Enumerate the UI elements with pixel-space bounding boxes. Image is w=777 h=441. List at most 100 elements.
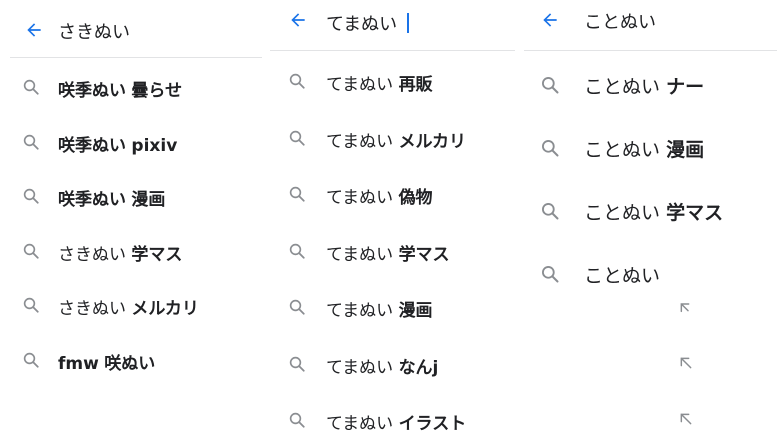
search-icon [289, 299, 305, 315]
back-arrow-icon[interactable] [24, 20, 44, 40]
suggestion-item[interactable]: 咲季ぬい pixiv [0, 123, 262, 163]
suggestion-text: てまぬい なんj [326, 353, 438, 378]
suggestion-query-part: 咲季ぬい [58, 190, 126, 210]
suggestion-item[interactable]: てまぬい 学マス [270, 232, 515, 272]
suggestion-completion: メルカリ [131, 299, 199, 319]
suggestion-item[interactable]: さきぬい メルカリ [0, 286, 262, 326]
back-arrow-icon[interactable] [540, 10, 560, 30]
suggestion-completion: 学マス [131, 245, 183, 265]
suggestion-text: fmw 咲ぬい [58, 349, 155, 374]
back-arrow-icon[interactable] [288, 10, 308, 30]
suggestion-query-part: てまぬい [326, 301, 394, 321]
suggestion-query-part: 咲季ぬい [58, 136, 126, 156]
suggestion-completion: 漫画 [131, 190, 166, 210]
suggestion-completion: ナー [666, 76, 705, 98]
suggestion-item[interactable]: てまぬい メルカリ [270, 119, 515, 159]
search-query-text: さきぬい [58, 22, 130, 43]
suggestion-item[interactable]: ことぬい ナー [524, 63, 777, 103]
search-icon [542, 77, 559, 94]
suggestion-completion: メルカリ [398, 132, 467, 152]
suggestion-text: てまぬい 学マス [326, 240, 450, 265]
suggestion-text: ことぬい ナー [584, 72, 704, 99]
suggestion-completion: pixiv [131, 136, 178, 156]
suggestion-query-part: ことぬい [584, 265, 661, 287]
suggestion-completion: 学マス [398, 245, 450, 265]
suggestion-query-part: てまぬい [326, 132, 394, 152]
suggestion-completion: イラスト [398, 414, 467, 434]
suggestion-item[interactable]: ことぬい [524, 252, 777, 292]
search-icon [289, 412, 305, 428]
suggestion-item[interactable]: てまぬい 漫画 [270, 288, 515, 328]
search-icon [542, 140, 559, 157]
suggestion-text: てまぬい イラスト [326, 409, 466, 434]
suggestion-text: てまぬい 偽物 [326, 183, 433, 208]
search-icon [23, 243, 39, 259]
suggestion-item[interactable]: てまぬい 偽物 [270, 175, 515, 215]
divider [10, 57, 262, 58]
suggestion-text: ことぬい 漫画 [584, 135, 704, 162]
suggestion-query-part: ことぬい [584, 76, 661, 98]
suggestion-item[interactable]: 咲季ぬい 曇らせ [0, 68, 262, 108]
suggestion-completion: 漫画 [666, 139, 705, 161]
suggestion-completion: 曇らせ [131, 81, 183, 101]
divider [524, 50, 777, 51]
search-panel-2: てまぬい てまぬい 再販 てまぬい メルカリ てまぬい 偽物 てまぬい 学マス てまぬい … [270, 0, 515, 441]
search-icon [23, 188, 39, 204]
suggestion-completion: なんj [398, 358, 439, 378]
search-query-input[interactable]: てまぬい [326, 10, 410, 36]
suggestion-item[interactable]: ことぬい 漫画 [524, 126, 777, 166]
suggestion-text: さきぬい メルカリ [58, 294, 199, 319]
search-icon [289, 243, 305, 259]
suggestion-completion: 咲ぬい [104, 354, 156, 374]
search-icon [23, 134, 39, 150]
divider [270, 50, 515, 51]
fill-query-arrow-icon[interactable] [678, 355, 694, 371]
suggestion-text: 咲季ぬい 漫画 [58, 185, 165, 210]
search-query-text: てまぬい [326, 14, 398, 35]
suggestion-query-part: 咲季ぬい [58, 81, 126, 101]
search-query-input[interactable]: さきぬい [58, 18, 130, 44]
suggestion-query-part: fmw [58, 354, 99, 374]
search-panel-1: さきぬい 咲季ぬい 曇らせ 咲季ぬい pixiv 咲季ぬい 漫画 さきぬい 学マス さきぬ… [0, 0, 262, 441]
search-icon [289, 73, 305, 89]
suggestion-completion: 再販 [398, 75, 433, 95]
search-icon [289, 186, 305, 202]
suggestion-text: ことぬい 学マス [584, 198, 723, 225]
suggestion-text: てまぬい 再販 [326, 70, 433, 95]
suggestion-text: 咲季ぬい 曇らせ [58, 76, 182, 101]
suggestion-item[interactable]: fmw 咲ぬい [0, 341, 262, 381]
text-cursor [407, 13, 410, 33]
suggestion-text: 咲季ぬい pixiv [58, 131, 177, 156]
suggestion-text: てまぬい 漫画 [326, 296, 433, 321]
suggestion-text: さきぬい 学マス [58, 240, 182, 265]
search-icon [23, 297, 39, 313]
search-query-text: ことぬい [584, 12, 656, 33]
suggestion-completion: 偽物 [398, 188, 433, 208]
search-icon [289, 130, 305, 146]
search-icon [289, 356, 305, 372]
suggestion-query-part: さきぬい [58, 299, 126, 319]
search-icon [542, 203, 559, 220]
fill-query-arrow-icon[interactable] [678, 300, 694, 316]
suggestion-query-part: ことぬい [584, 139, 661, 161]
suggestion-completion: 漫画 [398, 301, 433, 321]
suggestion-item[interactable]: さきぬい 学マス [0, 232, 262, 272]
search-icon [23, 352, 39, 368]
search-query-input[interactable]: ことぬい [584, 8, 656, 34]
suggestion-item[interactable]: 咲季ぬい 漫画 [0, 177, 262, 217]
suggestion-completion: 学マス [666, 202, 724, 224]
search-header: さきぬい [0, 0, 262, 56]
suggestion-item[interactable]: てまぬい 再販 [270, 62, 515, 102]
fill-query-arrow-icon[interactable] [678, 411, 694, 427]
search-icon [23, 79, 39, 95]
search-panel-3: ことぬい ことぬい ナー ことぬい 漫画 ことぬい 学マス ことぬい [524, 0, 777, 441]
suggestion-query-part: てまぬい [326, 414, 394, 434]
suggestion-item[interactable]: ことぬい 学マス [524, 189, 777, 229]
search-header: ことぬい [524, 0, 777, 56]
suggestion-query-part: てまぬい [326, 358, 394, 378]
suggestion-query-part: てまぬい [326, 75, 394, 95]
suggestion-text: ことぬい [584, 261, 660, 288]
suggestion-item[interactable]: てまぬい なんj [270, 345, 515, 385]
search-icon [542, 266, 559, 283]
suggestion-item[interactable]: てまぬい イラスト [270, 401, 515, 441]
